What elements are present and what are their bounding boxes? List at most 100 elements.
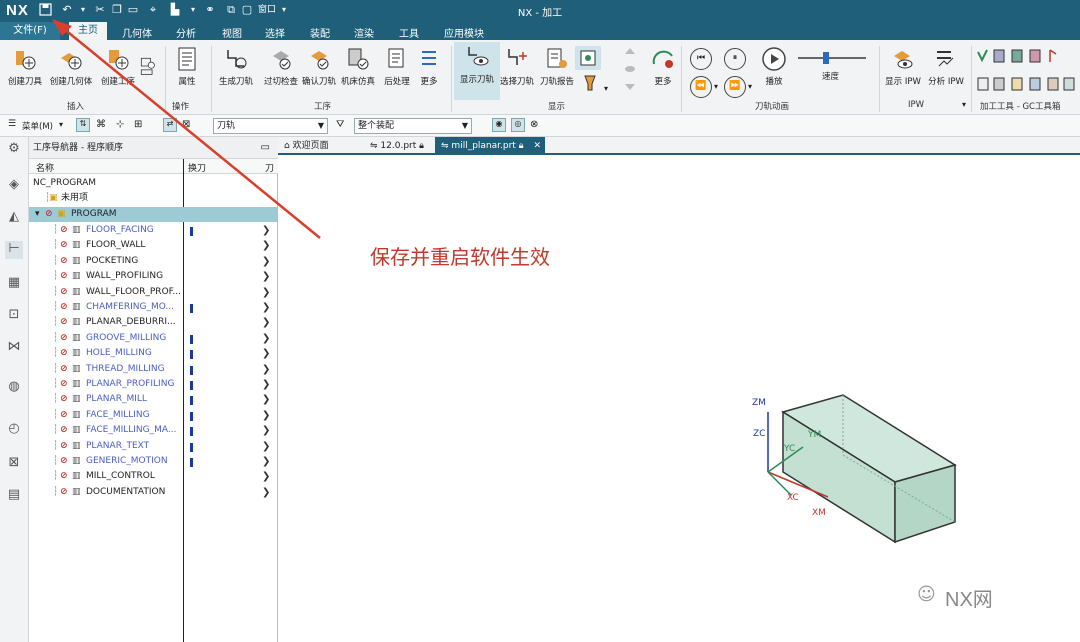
part-box-model[interactable] — [743, 387, 963, 547]
chevron-right-icon[interactable]: ❯ — [262, 392, 270, 407]
chevron-right-icon[interactable]: ❯ — [262, 300, 270, 315]
menu-select[interactable]: 选择 — [265, 25, 285, 40]
operation-row[interactable]: ┆ ⊘ ▥ CHAMFERING_MO... ❯ — [29, 300, 278, 315]
selection-option-icon[interactable]: ◉ — [492, 118, 506, 132]
display-arrows-button[interactable] — [617, 44, 643, 90]
forward-dropdown-icon[interactable]: ▾ — [748, 82, 752, 91]
filter-toggle-icon[interactable]: ⇄ — [163, 118, 177, 132]
chevron-right-icon[interactable]: ❯ — [262, 238, 270, 253]
operation-navigator-icon[interactable]: ⊢ — [5, 241, 23, 259]
scope-select[interactable]: 整个装配 ▼ — [354, 118, 472, 134]
tab-part-120[interactable]: ⇋ 12.0.prt 🔒︎ — [364, 137, 444, 155]
toolpath-report-button[interactable]: 刀轨报告 — [534, 44, 580, 88]
process-more-button[interactable]: 更多 — [410, 44, 448, 88]
chevron-right-icon[interactable]: ❯ — [262, 346, 270, 361]
menu-button[interactable]: 菜单(M) — [22, 120, 53, 132]
machine-navigator-icon[interactable]: ▦ — [5, 275, 23, 293]
hamburger-icon[interactable]: ☰ — [8, 119, 16, 129]
web-browser-icon[interactable]: ◍ — [5, 379, 23, 397]
chevron-right-icon[interactable]: ❯ — [262, 408, 270, 423]
operation-row[interactable]: ┆ ⊘ ▥ GENERIC_MOTION ❯ — [29, 454, 278, 469]
gc-toolbox-icons[interactable] — [976, 48, 1076, 98]
menu-dropdown-icon[interactable]: ▾ — [59, 120, 63, 129]
column-name[interactable]: 名称 — [36, 161, 54, 174]
role-icon[interactable]: ⊠ — [5, 455, 23, 473]
operation-row[interactable]: ┆ ⊘ ▥ FLOOR_WALL ❯ — [29, 238, 278, 253]
chevron-right-icon[interactable]: ❯ — [262, 469, 270, 484]
assembly-navigator-icon[interactable]: ◈ — [5, 177, 23, 195]
chevron-right-icon[interactable]: ❯ — [262, 331, 270, 346]
part-navigator-icon[interactable]: ◭ — [5, 209, 23, 227]
display-option-top-button[interactable] — [575, 46, 601, 70]
chevron-right-icon[interactable]: ❯ — [262, 269, 270, 284]
menu-assembly[interactable]: 装配 — [310, 25, 330, 40]
forward-icon[interactable]: ⏩ — [724, 76, 746, 98]
chevron-right-icon[interactable]: ❯ — [262, 377, 270, 392]
ipw-dropdown-icon[interactable]: ▾ — [962, 100, 966, 109]
operation-row[interactable]: ┆ ⊘ ▥ DOCUMENTATION ❯ — [29, 485, 278, 500]
history-icon[interactable]: ◴ — [5, 421, 23, 439]
generate-toolpath-button[interactable]: 生成刀轨 — [213, 44, 259, 88]
system-material-icon[interactable]: ▤ — [5, 487, 23, 505]
menu-geometry[interactable]: 几何体 — [122, 25, 152, 40]
chevron-right-icon[interactable]: ❯ — [262, 423, 270, 438]
rewind-dropdown-icon[interactable]: ▾ — [714, 82, 718, 91]
create-operation-button[interactable]: 创建工序 — [95, 44, 141, 88]
chevron-right-icon[interactable]: ❯ — [262, 223, 270, 238]
type-filter-select[interactable]: 刀轨 ▼ — [213, 118, 328, 134]
operation-row[interactable]: ┆ ⊘ ▥ GROOVE_MILLING ❯ — [29, 331, 278, 346]
operation-row[interactable]: ┆ ⊘ ▥ PLANAR_MILL ❯ — [29, 392, 278, 407]
menu-app-modules[interactable]: 应用模块 — [444, 25, 484, 40]
menu-tools[interactable]: 工具 — [399, 25, 419, 40]
create-geometry-button[interactable]: 创建几何体 — [48, 44, 94, 88]
menu-view[interactable]: 视图 — [222, 25, 242, 40]
chevron-right-icon[interactable]: ❯ — [262, 285, 270, 300]
properties-button[interactable]: 属性 — [166, 44, 208, 88]
play-button[interactable]: 播放 — [755, 44, 793, 88]
snap-icon[interactable]: ⊗ — [530, 119, 538, 130]
step-back-icon[interactable]: ⏮ — [690, 48, 712, 70]
display-ipw-button[interactable]: 显示 IPW — [880, 44, 926, 88]
operation-row[interactable]: ┆ ⊘ ▥ WALL_PROFILING ❯ — [29, 269, 278, 284]
menu-analysis[interactable]: 分析 — [176, 25, 196, 40]
operation-row[interactable]: ┆ ⊘ ▥ PLANAR_TEXT ❯ — [29, 439, 278, 454]
menu-render[interactable]: 渲染 — [354, 25, 374, 40]
display-option-dropdown-icon[interactable]: ▾ — [604, 84, 608, 93]
operation-row[interactable]: ┆ ⊘ ▥ POCKETING ❯ — [29, 254, 278, 269]
pause-icon[interactable]: ⏸ — [724, 48, 746, 70]
show-hidden-icon[interactable]: ◎ — [511, 118, 525, 132]
column-toolpath[interactable]: 刀 — [265, 161, 274, 174]
operation-row[interactable]: ┆ ⊘ ▥ FLOOR_FACING ❯ — [29, 223, 278, 238]
display-option-bottom-button[interactable] — [578, 74, 602, 98]
display-more-button[interactable]: 更多 — [644, 44, 682, 88]
chevron-right-icon[interactable]: ❯ — [262, 362, 270, 377]
filter-option-icon[interactable]: ⊠ — [182, 119, 190, 130]
operation-row[interactable]: ┆ ⊘ ▥ PLANAR_DEBURRI... ❯ — [29, 315, 278, 330]
close-icon[interactable]: ✕ — [533, 137, 541, 155]
operation-row[interactable]: ┆ ⊘ ▥ FACE_MILLING_MA... ❯ — [29, 423, 278, 438]
feature-navigator-icon[interactable]: ⋈ — [5, 339, 23, 357]
speed-slider-handle[interactable] — [823, 52, 829, 64]
chevron-right-icon[interactable]: ❯ — [262, 254, 270, 269]
rewind-icon[interactable]: ⏪ — [690, 76, 712, 98]
insert-extra-button[interactable] — [137, 44, 161, 88]
tree-root[interactable]: NC_PROGRAM — [29, 176, 278, 191]
gear-icon[interactable]: ⚙ — [5, 141, 23, 159]
process-navigator-icon[interactable]: ⊡ — [5, 307, 23, 325]
chevron-right-icon[interactable]: ❯ — [262, 439, 270, 454]
view-geometry-icon[interactable]: ⊹ — [116, 119, 124, 130]
operation-row[interactable]: ┆ ⊘ ▥ WALL_FLOOR_PROF... ❯ — [29, 285, 278, 300]
column-tool-change[interactable]: 换刀 — [188, 161, 206, 174]
tree-unused[interactable]: ┆ ▣ 未用项 — [29, 191, 278, 206]
view-method-icon[interactable]: ⊞ — [134, 119, 142, 130]
chevron-right-icon[interactable]: ❯ — [262, 454, 270, 469]
tab-welcome[interactable]: ⌂ 欢迎页面 — [278, 137, 350, 155]
graphics-window[interactable]: ZM ZC YC YM XC XM — [278, 157, 1080, 642]
chevron-right-icon[interactable]: ❯ — [262, 315, 270, 330]
view-machine-tool-icon[interactable]: ⌘ — [96, 119, 106, 130]
chevron-right-icon[interactable]: ❯ — [262, 485, 270, 500]
tab-mill-planar[interactable]: ⇋ mill_planar.prt 🔒︎ ✕ — [435, 137, 545, 155]
create-tool-button[interactable]: 创建刀具 — [2, 44, 48, 88]
operation-row[interactable]: ┆ ⊘ ▥ FACE_MILLING ❯ — [29, 408, 278, 423]
operation-row[interactable]: ┆ ⊘ ▥ PLANAR_PROFILING ❯ — [29, 377, 278, 392]
